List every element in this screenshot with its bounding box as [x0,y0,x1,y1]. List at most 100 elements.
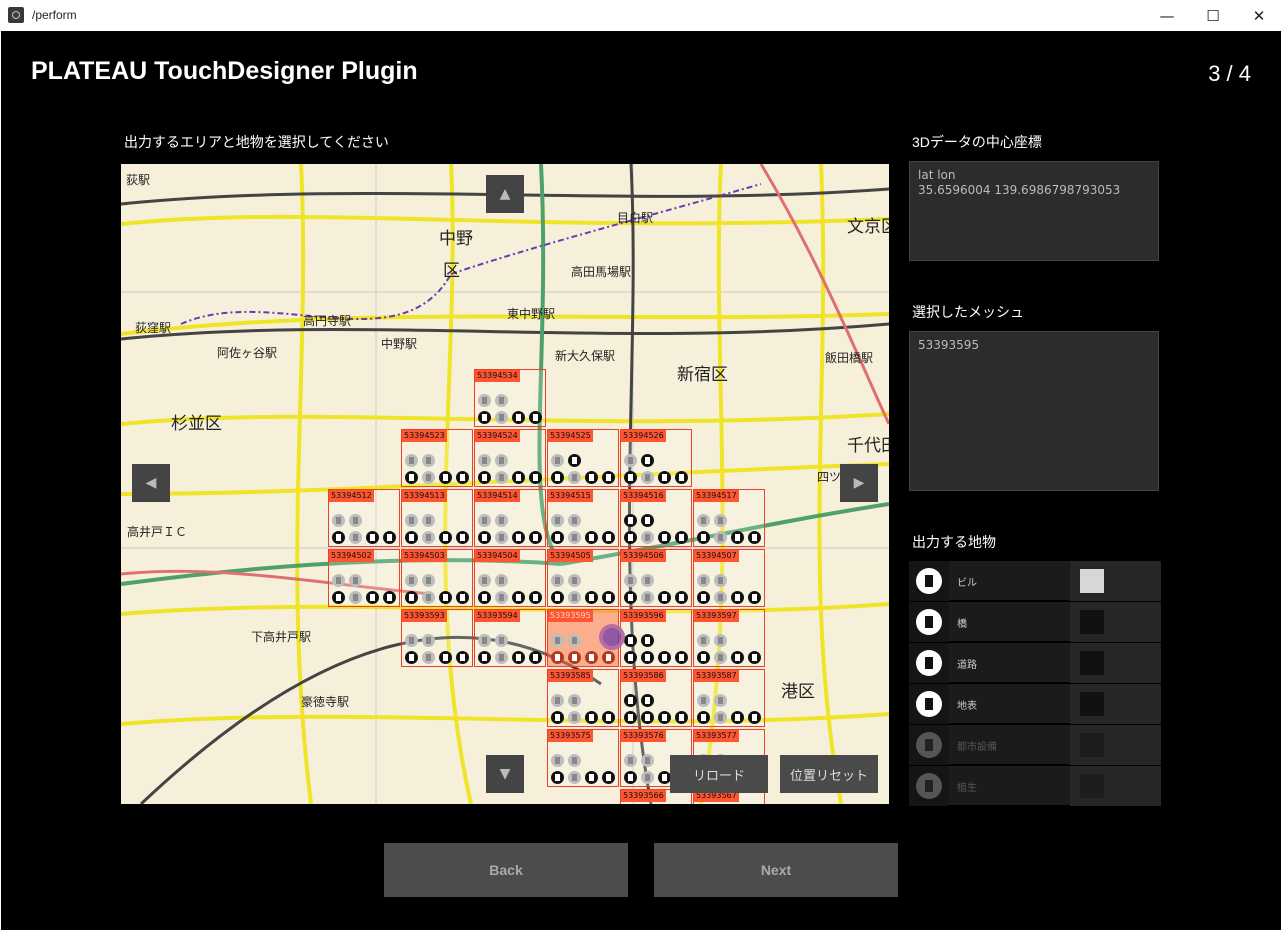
road-icon [585,651,598,664]
vegetation-icon [478,454,491,467]
app-icon [8,7,24,23]
mesh-id: 53394504 [475,550,520,562]
feature-name: 都市設備 [957,742,997,753]
bridge-icon [495,531,508,544]
mesh-53394512[interactable]: 53394512 [328,489,400,547]
road-icon [585,471,598,484]
urban-facility-icon [641,454,654,467]
building-icon [405,471,418,484]
building-icon [624,771,637,784]
map-pan-right-button[interactable]: ▶ [840,464,878,502]
road-icon [439,651,452,664]
building-icon [624,591,637,604]
feature-checkbox-terrain[interactable] [1080,692,1104,716]
mesh-53393586[interactable]: 53393586 [620,669,692,727]
building-icon [551,771,564,784]
mesh-53394506[interactable]: 53394506 [620,549,692,607]
center-coords-header: lat lon [918,168,956,182]
mesh-53393585[interactable]: 53393585 [547,669,619,727]
feature-row-road[interactable]: 道路 [909,643,1161,683]
road-icon [731,711,744,724]
urban-facility-icon [495,514,508,527]
mesh-id: 53394516 [621,490,666,502]
mesh-53394525[interactable]: 53394525 [547,429,619,487]
vegetation-icon [697,634,710,647]
feature-row-bridge[interactable]: 橋 [909,602,1161,642]
terrain-icon [675,591,688,604]
urban-facility-icon [422,454,435,467]
center-coords-field[interactable]: lat lon 35.6596004 139.6986798793053 [909,161,1159,261]
building-icon [551,471,564,484]
road-icon [731,531,744,544]
mesh-53394505[interactable]: 53394505 [547,549,619,607]
maximize-button[interactable]: ☐ [1190,0,1236,31]
reset-position-button[interactable]: 位置リセット [780,755,878,793]
mesh-53394503[interactable]: 53394503 [401,549,473,607]
mesh-53393593[interactable]: 53393593 [401,609,473,667]
map-pan-up-button[interactable]: ▲ [486,175,524,213]
road-icon [366,591,379,604]
mesh-53394516[interactable]: 53394516 [620,489,692,547]
vegetation-icon [909,766,949,806]
selected-mesh-field[interactable]: 53393595 [909,331,1159,491]
map-view[interactable]: 中野 区 新宿区 杉並区 文京区 千代田 港区 荻駅 荻窪駅 高円寺駅 阿佐ヶ谷… [121,164,889,804]
urban-facility-icon [641,754,654,767]
mesh-53394526[interactable]: 53394526 [620,429,692,487]
vegetation-icon [624,634,637,647]
mesh-id: 53394526 [621,430,666,442]
mesh-53394523[interactable]: 53394523 [401,429,473,487]
feature-checkbox-bridge[interactable] [1080,610,1104,634]
building-icon [697,531,710,544]
back-button[interactable]: Back [384,843,628,897]
urban-facility-icon [568,454,581,467]
building-icon [405,651,418,664]
mesh-53394507[interactable]: 53394507 [693,549,765,607]
label-ogikubo: 荻窪駅 [135,320,171,335]
label-asagaya: 阿佐ヶ谷駅 [217,346,277,360]
road-icon [585,531,598,544]
mesh-53393575[interactable]: 53393575 [547,729,619,787]
mesh-53394524[interactable]: 53394524 [474,429,546,487]
vegetation-icon [478,514,491,527]
mesh-53394534[interactable]: 53394534 [474,369,546,427]
urban-facility-icon [568,574,581,587]
map-pan-down-button[interactable]: ▼ [486,755,524,793]
road-icon [512,591,525,604]
vegetation-icon [478,634,491,647]
feature-row-terrain[interactable]: 地表 [909,684,1161,724]
mesh-53394513[interactable]: 53394513 [401,489,473,547]
bridge-icon [422,531,435,544]
vegetation-icon [624,574,637,587]
mesh-53393597[interactable]: 53393597 [693,609,765,667]
road-icon [658,591,671,604]
close-button[interactable]: ✕ [1236,0,1282,31]
mesh-53394502[interactable]: 53394502 [328,549,400,607]
mesh-53394514[interactable]: 53394514 [474,489,546,547]
mesh-53393587[interactable]: 53393587 [693,669,765,727]
bridge-icon [714,531,727,544]
mesh-id: 53393566 [621,790,666,802]
mesh-id: 53393585 [548,670,593,682]
feature-name: 植生 [957,783,977,794]
map-pan-left-button[interactable]: ◀ [132,464,170,502]
label-nakano: 中野 [439,229,473,249]
minimize-button[interactable]: — [1144,0,1190,31]
next-button[interactable]: Next [654,843,898,897]
feature-name: ビル [957,578,977,589]
feature-checkbox-road[interactable] [1080,651,1104,675]
road-icon [731,591,744,604]
building-icon [624,471,637,484]
urban-facility-icon [422,634,435,647]
mesh-53394504[interactable]: 53394504 [474,549,546,607]
feature-row-building[interactable]: ビル [909,561,1161,601]
feature-checkbox-building[interactable] [1080,569,1104,593]
mesh-53393596[interactable]: 53393596 [620,609,692,667]
road-icon [439,531,452,544]
terrain-icon [529,411,542,424]
mesh-53394517[interactable]: 53394517 [693,489,765,547]
reload-button[interactable]: リロード [670,755,768,793]
urban-facility-icon [714,574,727,587]
mesh-53394515[interactable]: 53394515 [547,489,619,547]
mesh-53393594[interactable]: 53393594 [474,609,546,667]
bridge-icon [641,531,654,544]
